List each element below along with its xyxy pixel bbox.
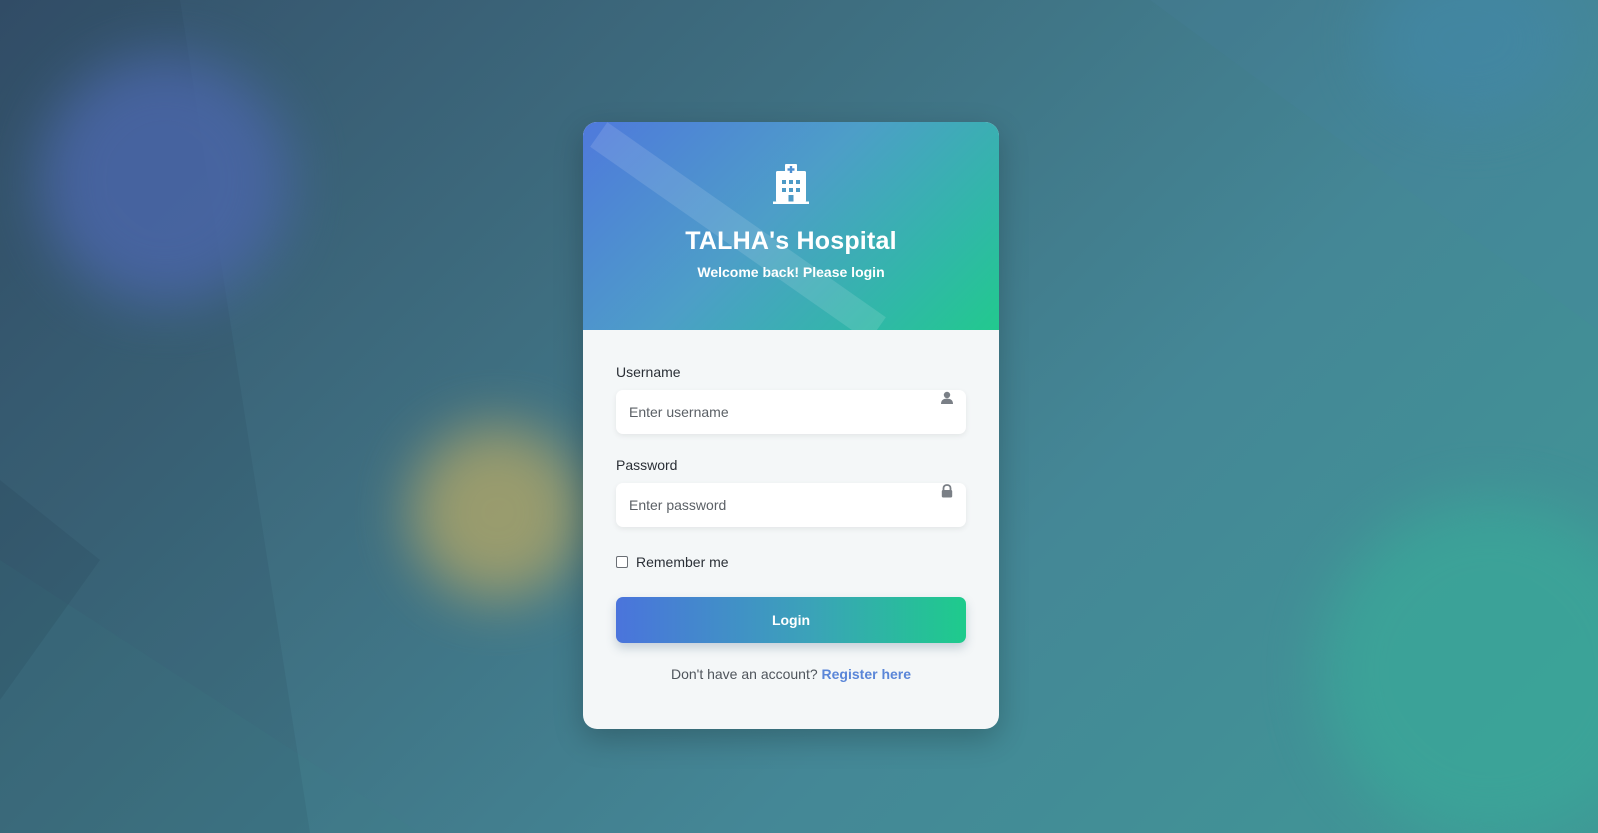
register-prompt-text: Don't have an account? — [670, 666, 818, 682]
password-label: Password — [616, 457, 678, 473]
username-input[interactable] — [616, 390, 966, 434]
username-field-wrapper — [616, 390, 966, 434]
login-card: TALHA's Hospital Welcome back! Please lo… — [583, 122, 999, 729]
user-icon — [941, 391, 953, 404]
remember-me-option[interactable]: Remember me — [616, 554, 729, 570]
register-link[interactable]: Register here — [822, 666, 911, 682]
password-field-wrapper — [616, 483, 966, 527]
card-header: TALHA's Hospital Welcome back! Please lo… — [583, 122, 999, 330]
username-label: Username — [616, 364, 681, 380]
decorative-blue-orb — [40, 55, 290, 305]
login-button[interactable]: Login — [616, 597, 966, 643]
hospital-icon — [773, 164, 809, 204]
lock-icon — [941, 484, 953, 498]
welcome-subtitle: Welcome back! Please login — [697, 264, 885, 280]
decorative-yellow-orb — [410, 425, 585, 600]
register-prompt: Don't have an account? Register here — [583, 666, 999, 682]
remember-me-checkbox[interactable] — [616, 556, 628, 568]
remember-me-label: Remember me — [636, 554, 729, 570]
password-input[interactable] — [616, 483, 966, 527]
hospital-name: TALHA's Hospital — [685, 227, 897, 255]
